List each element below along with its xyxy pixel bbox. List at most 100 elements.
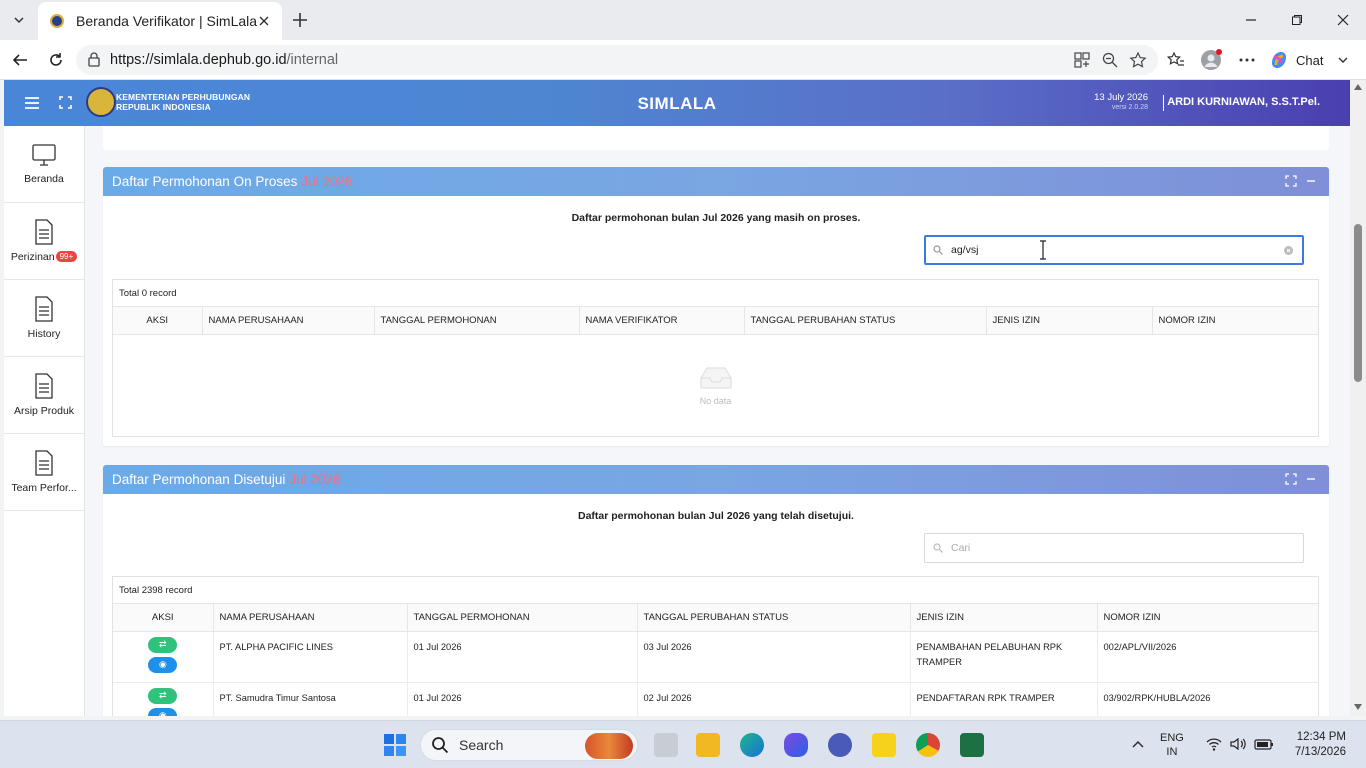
favorite-star-icon[interactable] — [1129, 51, 1147, 69]
back-arrow-icon[interactable] — [9, 49, 31, 71]
page-viewport: KEMENTERIAN PERHUBUNGAN REPUBLIK INDONES… — [4, 80, 1350, 716]
monitor-icon — [32, 144, 56, 166]
camera-app-icon[interactable] — [828, 733, 852, 757]
column-header[interactable]: NOMOR IZIN — [1097, 604, 1318, 632]
sidebar-chevron-icon[interactable] — [1337, 54, 1349, 66]
browser-tabbar: Beranda Verifikator | SimLala — [0, 0, 1366, 40]
task-view-icon[interactable] — [654, 733, 678, 757]
search-icon — [933, 543, 943, 553]
column-header[interactable]: TANGGAL PERUBAHAN STATUS — [637, 604, 911, 632]
request-date: 01 Jul 2026 — [407, 682, 638, 716]
system-clock[interactable]: 12:34 PM 7/13/2026 — [1295, 730, 1346, 760]
column-header[interactable]: JENIS IZIN — [910, 604, 1098, 632]
browser-address-bar: https://simlala.dephub.go.id/internal Ch… — [0, 40, 1366, 80]
scroll-up-arrow-icon[interactable] — [1354, 84, 1362, 90]
wifi-icon[interactable] — [1206, 737, 1222, 751]
new-tab-plus-icon[interactable] — [290, 10, 310, 30]
show-hidden-icons-icon[interactable] — [1132, 740, 1144, 748]
page-scrollbar[interactable] — [1350, 80, 1366, 716]
sticky-notes-icon[interactable] — [872, 733, 896, 757]
language-indicator[interactable]: ENG IN — [1160, 731, 1184, 759]
panel-title: Daftar Permohonan On Proses — [112, 174, 298, 189]
column-header[interactable]: TANGGAL PERMOHONAN — [407, 604, 638, 632]
header-divider — [1162, 95, 1164, 111]
collapse-panel-icon[interactable] — [1305, 473, 1317, 485]
license-type: PENDAFTARAN RPK TRAMPER — [910, 682, 1098, 716]
close-window-icon[interactable] — [1330, 8, 1356, 32]
copilot-chat-button[interactable]: Chat — [1268, 47, 1349, 73]
taskbar-search-box[interactable]: Search — [420, 729, 638, 761]
change-status-button[interactable]: ⇄ — [148, 687, 178, 704]
action-cell: ⇄ ◉ — [113, 682, 214, 716]
change-status-button[interactable]: ⇄ — [148, 636, 178, 653]
company-name: PT. ALPHA PACIFIC LINES — [213, 631, 408, 683]
favorites-icon[interactable] — [1165, 49, 1187, 71]
sidebar-item-perizinan[interactable]: Perizinan 99+ — [4, 203, 84, 280]
empty-text: No data — [699, 396, 732, 406]
panel-disetujui: Daftar Permohonan Disetujui Jul 2026 Daf… — [103, 465, 1329, 716]
sidebar-item-team-performance[interactable]: Team Perfor... — [4, 434, 84, 511]
sidebar-item-history[interactable]: History — [4, 280, 84, 357]
header-date: 13 July 2026 — [1094, 92, 1148, 103]
column-header[interactable]: TANGGAL PERMOHONAN — [374, 307, 580, 335]
column-header[interactable]: TANGGAL PERUBAHAN STATUS — [744, 307, 987, 335]
volume-icon[interactable] — [1230, 737, 1246, 751]
windows-start-icon[interactable] — [383, 733, 407, 757]
column-header: AKSI — [113, 307, 203, 335]
app-available-icon[interactable] — [1073, 51, 1091, 69]
excel-app-icon[interactable] — [960, 733, 984, 757]
column-header[interactable]: NAMA PERUSAHAAN — [213, 604, 408, 632]
browser-tab-active[interactable]: Beranda Verifikator | SimLala — [38, 2, 282, 40]
license-number: 03/902/RPK/HUBLA/2026 — [1097, 682, 1318, 716]
table-on-proses: Total 0 record AKSI NAMA PERUSAHAAN TANG… — [112, 279, 1319, 437]
copilot-app-icon[interactable] — [784, 733, 808, 757]
expand-panel-icon[interactable] — [1285, 473, 1297, 485]
search-input[interactable]: Cari — [924, 533, 1304, 563]
search-icon — [933, 245, 943, 255]
table-row: ⇄ ◉ PT. ALPHA PACIFIC LINES 01 Jul 2026 … — [113, 631, 1318, 683]
action-cell: ⇄ ◉ — [113, 631, 214, 683]
user-name[interactable]: ARDI KURNIAWAN, S.S.T.Pel. — [1167, 96, 1320, 108]
minimize-window-icon[interactable] — [1238, 8, 1264, 32]
site-info-icon[interactable] — [86, 52, 102, 68]
sidebar-item-beranda[interactable]: Beranda — [4, 126, 84, 203]
battery-icon[interactable] — [1254, 738, 1274, 750]
column-header[interactable]: NAMA PERUSAHAAN — [202, 307, 375, 335]
url-field[interactable]: https://simlala.dephub.go.id/internal — [76, 45, 1158, 75]
view-detail-eye-icon[interactable]: ◉ — [148, 707, 178, 716]
search-input[interactable]: ag/vsj — [924, 235, 1304, 265]
status-change-date: 02 Jul 2026 — [637, 682, 911, 716]
file-explorer-icon[interactable] — [696, 733, 720, 757]
close-tab-icon[interactable] — [258, 15, 270, 27]
view-detail-eye-icon[interactable]: ◉ — [148, 656, 178, 673]
clear-search-icon[interactable] — [1284, 246, 1293, 255]
tab-list-chevron-icon[interactable] — [6, 8, 32, 32]
chrome-browser-icon[interactable] — [916, 733, 940, 757]
scroll-down-arrow-icon[interactable] — [1354, 704, 1362, 710]
more-options-icon[interactable] — [1236, 49, 1258, 71]
column-header[interactable]: NOMOR IZIN — [1152, 307, 1318, 335]
scrollbar-thumb[interactable] — [1354, 224, 1362, 382]
document-icon — [35, 450, 53, 476]
url-host: https://simlala.dephub.go.id — [110, 52, 287, 68]
panel-title: Daftar Permohonan Disetujui — [112, 472, 286, 487]
expand-panel-icon[interactable] — [1285, 175, 1297, 187]
app-version: versi 2.0.28 — [1111, 104, 1148, 111]
panel-caption: Daftar permohonan bulan Jul 2026 yang te… — [578, 510, 854, 522]
restore-window-icon[interactable] — [1284, 8, 1310, 32]
column-header[interactable]: JENIS IZIN — [986, 307, 1153, 335]
sidebar-item-label: Arsip Produk — [13, 405, 75, 417]
search-icon — [432, 737, 449, 754]
reload-icon[interactable] — [45, 49, 67, 71]
collapse-panel-icon[interactable] — [1305, 175, 1317, 187]
profile-avatar-icon[interactable] — [1200, 49, 1222, 71]
sidebar-item-arsip-produk[interactable]: Arsip Produk — [4, 357, 84, 434]
column-header[interactable]: NAMA VERIFIKATOR — [579, 307, 745, 335]
zoom-icon[interactable] — [1101, 51, 1119, 69]
license-number: 002/APL/VII/2026 — [1097, 631, 1318, 683]
panel-caption: Daftar permohonan bulan Jul 2026 yang ma… — [571, 212, 861, 224]
edge-browser-icon[interactable] — [740, 733, 764, 757]
panel-month: Jul 2026 — [301, 174, 353, 189]
record-total: Total 0 record — [113, 280, 1318, 307]
sidebar-item-label: History — [27, 328, 61, 340]
